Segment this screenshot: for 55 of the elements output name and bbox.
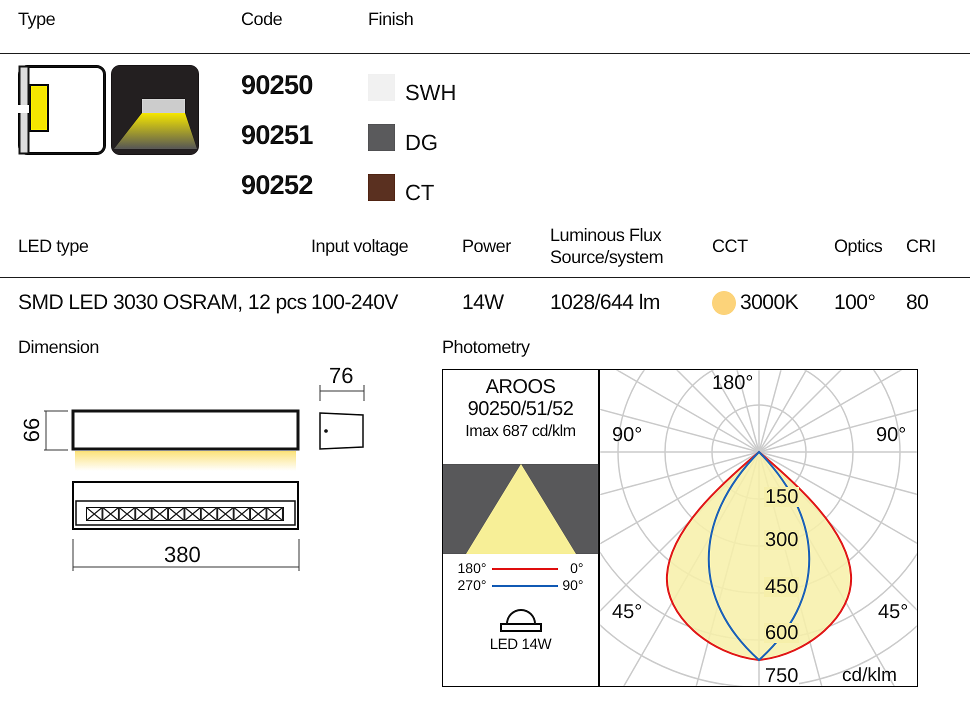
finish-code: DG xyxy=(405,128,438,156)
spec-value: 100° xyxy=(834,290,876,316)
spec-value: 100-240V xyxy=(311,290,398,316)
depth-dimension-line xyxy=(320,384,364,402)
column-heading: Code xyxy=(241,8,284,31)
column-heading: Input voltage xyxy=(311,234,410,256)
column-heading: Power xyxy=(462,234,512,256)
dimension-label: 380 xyxy=(164,544,201,566)
product-code: 90252 xyxy=(241,169,314,202)
column-heading: CRI xyxy=(906,234,937,256)
radius-label: 300 xyxy=(764,530,800,550)
column-heading: CCT xyxy=(712,234,749,256)
legend-label: 270° xyxy=(458,577,488,594)
spec-value: SMD LED 3030 OSRAM, 12 pcs xyxy=(18,290,307,316)
product-codes: 90250/51/52 xyxy=(468,398,574,420)
angle-label: 180° xyxy=(712,373,754,393)
downlight-effect-icon xyxy=(111,65,199,155)
intensity-note: Imax 687 cd/klm xyxy=(465,422,576,442)
spec-value: 3000K xyxy=(740,290,798,316)
spec-value: 1028/644 lm xyxy=(550,290,660,316)
spec-value: 80 xyxy=(906,290,928,316)
angle-label: 45° xyxy=(612,602,642,622)
light-beam-icon xyxy=(466,464,576,554)
legend-label: 180° xyxy=(458,560,488,577)
column-heading: Luminous Flux xyxy=(550,224,662,246)
model-name: AROOS xyxy=(486,376,556,398)
column-heading: Source/system xyxy=(550,246,664,268)
column-heading: Optics xyxy=(834,234,884,256)
angle-label: 90° xyxy=(612,425,642,445)
color-temperature-icon xyxy=(712,291,736,315)
angle-label: 90° xyxy=(876,425,906,445)
radius-label: 150 xyxy=(764,487,800,507)
dimension-label: 66 xyxy=(21,418,44,442)
light-source-label: LED 14W xyxy=(490,635,552,655)
finish-code: CT xyxy=(405,178,434,206)
radius-label: 450 xyxy=(764,577,800,597)
product-code: 90250 xyxy=(241,69,314,102)
product-code: 90251 xyxy=(241,119,314,152)
radius-label: 600 xyxy=(764,623,800,643)
unit-label: cd/klm xyxy=(842,666,897,685)
wall-lamp-side-icon xyxy=(18,65,106,155)
column-heading: LED type xyxy=(18,234,90,256)
column-heading: Finish xyxy=(368,8,414,31)
section-title: Photometry xyxy=(442,336,530,359)
height-dimension-line xyxy=(44,410,68,450)
lamp-side-view-drawing xyxy=(319,412,364,450)
section-title: Dimension xyxy=(18,336,99,359)
angle-label: 45° xyxy=(878,602,908,622)
legend-label: 90° xyxy=(561,577,584,594)
dimension-label: 76 xyxy=(329,365,354,387)
radius-label: 750 xyxy=(764,666,800,686)
column-heading: Type xyxy=(18,8,56,31)
finish-code: SWH xyxy=(405,78,456,106)
spec-value: 14W xyxy=(462,290,504,316)
legend-label: 0° xyxy=(569,560,584,577)
